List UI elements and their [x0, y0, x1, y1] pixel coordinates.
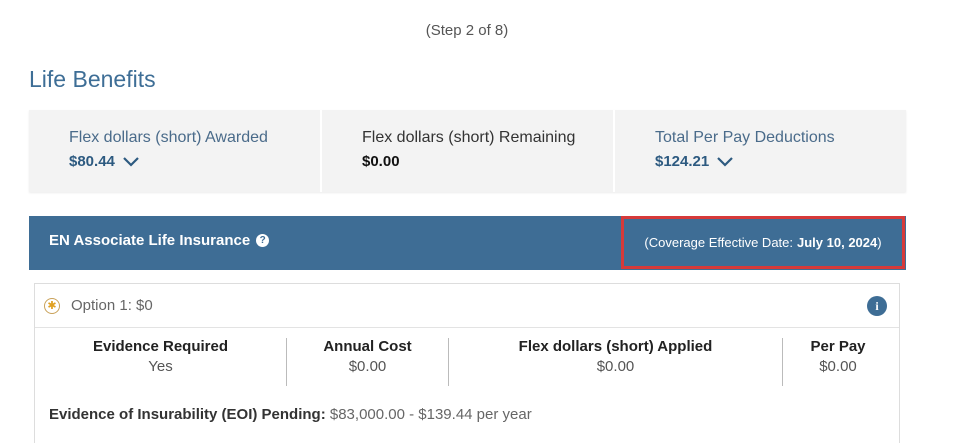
- col-value: $0.00: [596, 358, 635, 375]
- col-header: Annual Cost: [323, 338, 412, 355]
- summary-remaining: Flex dollars (short) Remaining $0.00: [320, 110, 613, 192]
- chevron-down-icon[interactable]: [123, 156, 139, 167]
- col-per-pay: Per Pay $0.00: [782, 338, 893, 386]
- summary-remaining-label: Flex dollars (short) Remaining: [362, 129, 576, 146]
- summary-deductions-toggle[interactable]: $124.21: [655, 153, 906, 170]
- summary-deductions-value: $124.21: [655, 153, 710, 170]
- option-details: Evidence Required Yes Annual Cost $0.00 …: [35, 338, 899, 386]
- plan-title-text: EN Associate Life Insurance: [49, 232, 251, 249]
- chevron-down-icon[interactable]: [717, 156, 734, 167]
- col-header: Flex dollars (short) Applied: [518, 338, 713, 355]
- flex-summary-panel: Flex dollars (short) Awarded $80.44 Flex…: [29, 110, 906, 192]
- coverage-prefix: (Coverage Effective Date:: [644, 235, 794, 250]
- summary-awarded-label: Flex dollars (short) Awarded: [69, 129, 268, 146]
- col-value: $0.00: [348, 358, 387, 375]
- coverage-date: July 10, 2024: [797, 235, 878, 250]
- col-flex-applied: Flex dollars (short) Applied $0.00: [448, 338, 782, 386]
- plan-title: EN Associate Life Insurance ?: [49, 232, 270, 249]
- option-label: Option 1: $0: [71, 297, 153, 314]
- summary-awarded-value: $80.44: [69, 153, 115, 170]
- plan-banner: EN Associate Life Insurance ? (Coverage …: [29, 216, 906, 270]
- selected-radio-icon[interactable]: ✱: [44, 297, 60, 314]
- summary-deductions: Total Per Pay Deductions $124.21: [613, 110, 906, 192]
- info-icon[interactable]: i: [867, 296, 887, 316]
- summary-awarded-toggle[interactable]: $80.44: [69, 153, 320, 170]
- col-value: Yes: [148, 358, 173, 375]
- summary-remaining-value: $0.00: [362, 153, 400, 170]
- summary-awarded: Flex dollars (short) Awarded $80.44: [29, 110, 320, 192]
- coverage-suffix: ): [877, 235, 882, 250]
- col-evidence-required: Evidence Required Yes: [35, 338, 286, 386]
- eoi-value: $83,000.00 - $139.44 per year: [329, 406, 532, 423]
- page-title: Life Benefits: [29, 66, 156, 92]
- summary-deductions-label: Total Per Pay Deductions: [655, 129, 835, 146]
- coverage-effective-date: (Coverage Effective Date: July 10, 2024): [621, 216, 905, 269]
- col-annual-cost: Annual Cost $0.00: [286, 338, 448, 386]
- option-card: ✱ Option 1: $0 i Evidence Required Yes A…: [34, 283, 900, 443]
- eoi-label: Evidence of Insurability (EOI) Pending:: [49, 406, 326, 423]
- col-header: Evidence Required: [92, 338, 229, 355]
- help-icon[interactable]: ?: [256, 234, 270, 247]
- col-value: $0.00: [819, 358, 857, 375]
- col-header: Per Pay: [810, 338, 866, 355]
- option-header[interactable]: ✱ Option 1: $0 i: [35, 284, 899, 328]
- step-indicator: (Step 2 of 8): [425, 22, 509, 39]
- eoi-pending: Evidence of Insurability (EOI) Pending: …: [49, 406, 532, 423]
